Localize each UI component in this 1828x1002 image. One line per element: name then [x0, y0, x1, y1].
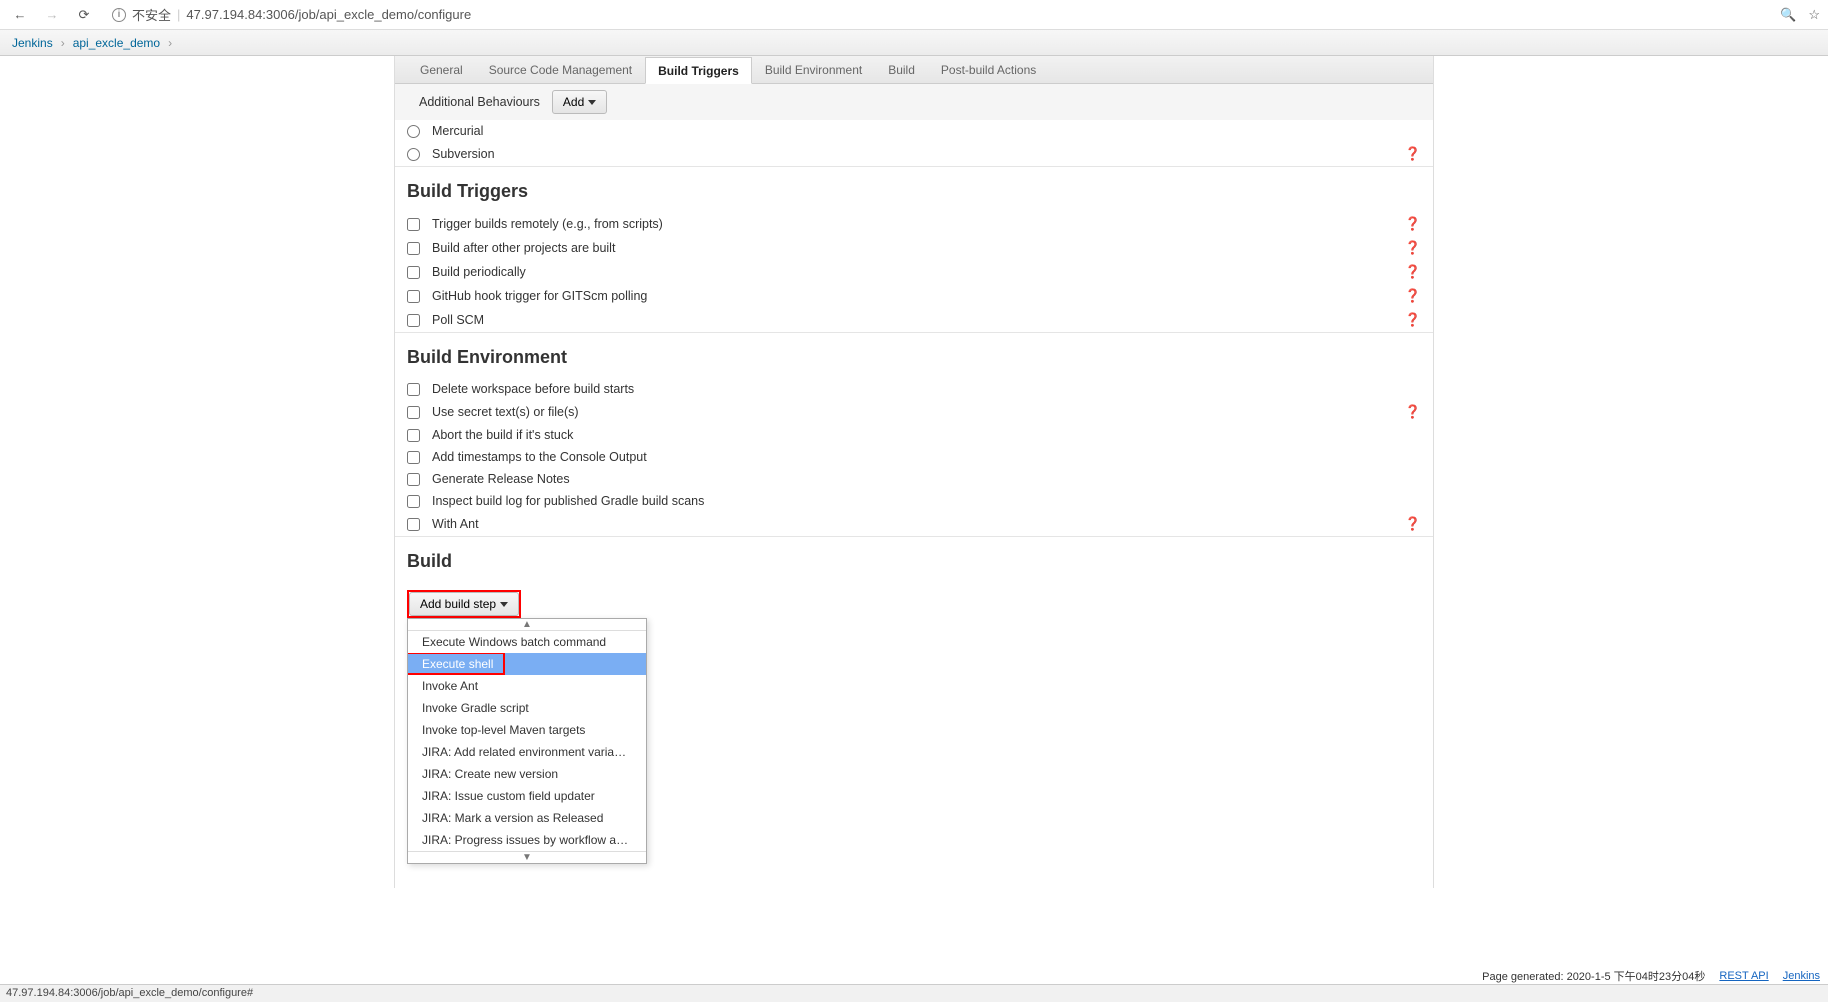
- tab-build-triggers[interactable]: Build Triggers: [645, 57, 752, 84]
- jenkins-link[interactable]: Jenkins: [1783, 970, 1820, 982]
- scm-radio-mercurial[interactable]: [407, 125, 420, 138]
- add-build-step-button[interactable]: Add build step: [409, 592, 519, 616]
- help-icon[interactable]: ❓: [1405, 516, 1421, 532]
- release-notes-checkbox[interactable]: [407, 473, 420, 486]
- add-behaviour-button[interactable]: Add: [552, 90, 607, 114]
- tab-build-env[interactable]: Build Environment: [752, 56, 875, 83]
- secret-text-checkbox[interactable]: [407, 406, 420, 419]
- url-text: 47.97.194.84:3006/job/api_excle_demo/con…: [186, 7, 471, 22]
- help-icon[interactable]: ❓: [1405, 240, 1421, 256]
- help-icon[interactable]: ❓: [1405, 312, 1421, 328]
- build-step-dropdown: ▲ Execute Windows batch command Execute …: [407, 618, 647, 864]
- page-generated-text: Page generated: 2020-1-5 下午04时23分04秒: [1482, 968, 1705, 984]
- star-icon[interactable]: ☆: [1808, 7, 1820, 23]
- dropdown-item[interactable]: JIRA: Create new version: [408, 763, 646, 785]
- annotation-highlight: Add build step: [407, 590, 521, 618]
- forward-button[interactable]: →: [40, 3, 64, 27]
- info-icon[interactable]: i: [112, 8, 126, 22]
- address-bar[interactable]: i 不安全 | 47.97.194.84:3006/job/api_excle_…: [104, 3, 1772, 27]
- scm-option-row: Subversion ❓: [395, 142, 1433, 166]
- tab-build[interactable]: Build: [875, 56, 928, 83]
- caret-down-icon: [588, 100, 596, 105]
- build-after-checkbox[interactable]: [407, 242, 420, 255]
- help-icon[interactable]: ❓: [1405, 288, 1421, 304]
- caret-down-icon: [500, 602, 508, 607]
- help-icon[interactable]: ❓: [1405, 146, 1421, 162]
- tab-bar: General Source Code Management Build Tri…: [395, 56, 1433, 84]
- delete-ws-checkbox[interactable]: [407, 383, 420, 396]
- dropdown-item[interactable]: Invoke Gradle script: [408, 697, 646, 719]
- additional-behaviours-label: Additional Behaviours: [419, 95, 540, 109]
- scm-label: Mercurial: [432, 124, 483, 138]
- dropdown-item[interactable]: JIRA: Add related environment variables …: [408, 741, 646, 763]
- status-bar: 47.97.194.84:3006/job/api_excle_demo/con…: [0, 984, 1828, 1002]
- insecure-label: 不安全: [132, 5, 171, 24]
- config-panel: General Source Code Management Build Tri…: [394, 56, 1434, 888]
- section-build-env-title: Build Environment: [395, 332, 1433, 378]
- with-ant-checkbox[interactable]: [407, 518, 420, 531]
- dropdown-item[interactable]: JIRA: Mark a version as Released: [408, 807, 646, 829]
- poll-scm-checkbox[interactable]: [407, 314, 420, 327]
- tab-postbuild[interactable]: Post-build Actions: [928, 56, 1049, 83]
- gradle-scans-checkbox[interactable]: [407, 495, 420, 508]
- help-icon[interactable]: ❓: [1405, 216, 1421, 232]
- section-build-triggers-title: Build Triggers: [395, 166, 1433, 212]
- breadcrumb-item[interactable]: Jenkins: [12, 36, 53, 50]
- breadcrumb: Jenkins › api_excle_demo ›: [0, 30, 1828, 56]
- scm-label: Subversion: [432, 147, 495, 161]
- dropdown-item[interactable]: Invoke Ant: [408, 675, 646, 697]
- help-icon[interactable]: ❓: [1405, 404, 1421, 420]
- breadcrumb-item[interactable]: api_excle_demo: [73, 36, 160, 50]
- footer: Page generated: 2020-1-5 下午04时23分04秒 RES…: [1482, 968, 1820, 984]
- build-periodically-checkbox[interactable]: [407, 266, 420, 279]
- back-button[interactable]: ←: [8, 3, 32, 27]
- rest-api-link[interactable]: REST API: [1719, 970, 1768, 982]
- status-url: 47.97.194.84:3006/job/api_excle_demo/con…: [6, 987, 253, 999]
- reload-button[interactable]: ⟳: [72, 3, 96, 27]
- dropdown-item[interactable]: Invoke top-level Maven targets: [408, 719, 646, 741]
- dropdown-item[interactable]: JIRA: Issue custom field updater: [408, 785, 646, 807]
- dropdown-item-execute-shell[interactable]: Execute shell: [408, 653, 646, 675]
- dropdown-scroll-up[interactable]: ▲: [408, 619, 646, 631]
- dropdown-item[interactable]: JIRA: Progress issues by workflow action: [408, 829, 646, 851]
- chevron-right-icon: ›: [61, 36, 65, 50]
- dropdown-item[interactable]: Execute Windows batch command: [408, 631, 646, 653]
- zoom-icon[interactable]: 🔍: [1780, 7, 1796, 23]
- tab-general[interactable]: General: [407, 56, 476, 83]
- chevron-right-icon: ›: [168, 36, 172, 50]
- browser-chrome: ← → ⟳ i 不安全 | 47.97.194.84:3006/job/api_…: [0, 0, 1828, 30]
- timestamps-checkbox[interactable]: [407, 451, 420, 464]
- help-icon[interactable]: ❓: [1405, 264, 1421, 280]
- trigger-remote-checkbox[interactable]: [407, 218, 420, 231]
- dropdown-scroll-down[interactable]: ▼: [408, 851, 646, 863]
- tab-scm[interactable]: Source Code Management: [476, 56, 645, 83]
- additional-behaviours-row: Additional Behaviours Add: [395, 84, 1433, 120]
- abort-stuck-checkbox[interactable]: [407, 429, 420, 442]
- section-build-title: Build: [395, 536, 1433, 582]
- github-hook-checkbox[interactable]: [407, 290, 420, 303]
- scm-option-row: Mercurial: [395, 120, 1433, 142]
- scm-radio-subversion[interactable]: [407, 148, 420, 161]
